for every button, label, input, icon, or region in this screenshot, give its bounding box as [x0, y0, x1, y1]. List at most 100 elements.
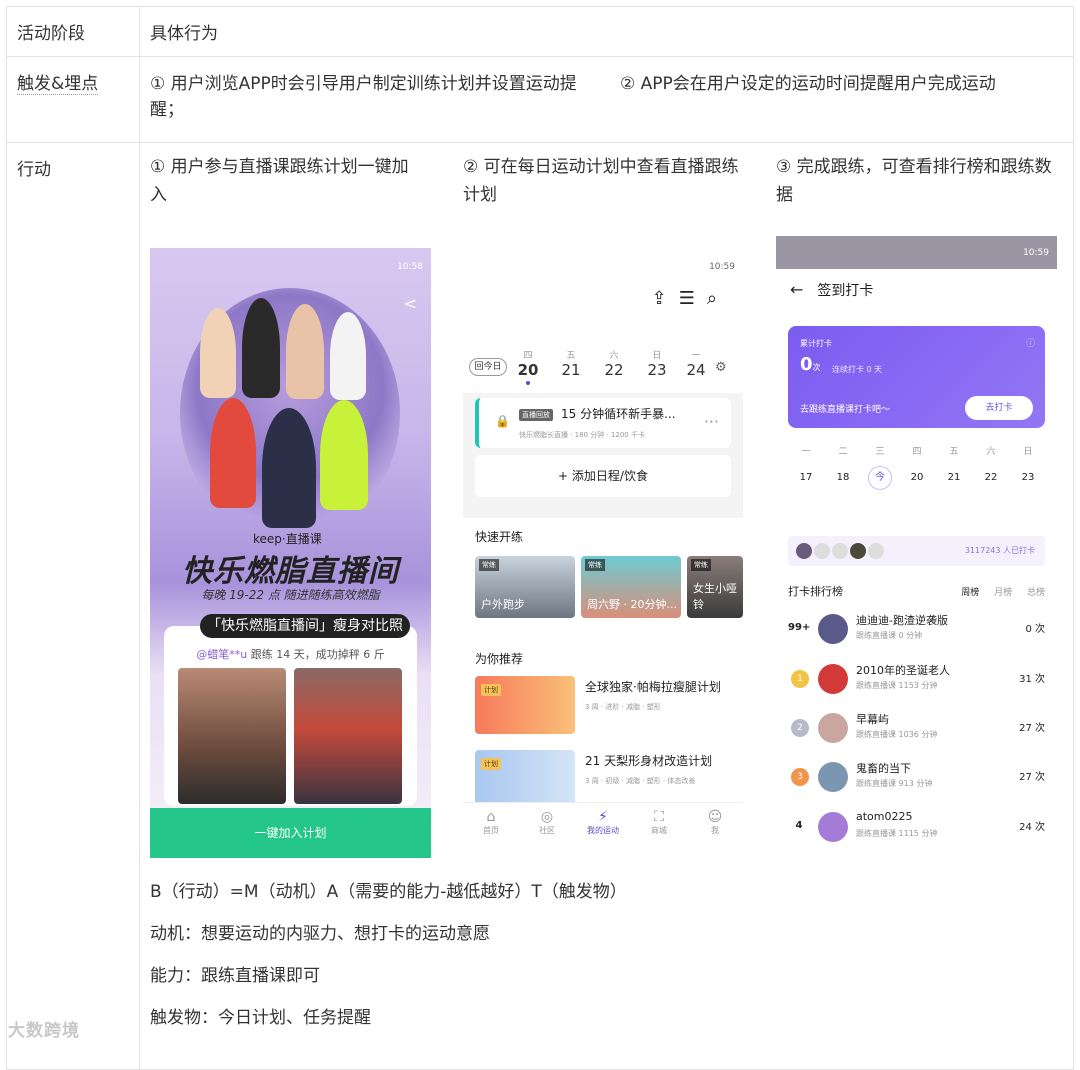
tab-total[interactable]: 总榜: [1027, 588, 1045, 598]
plan-name: 15 分钟循环新手暴...: [561, 407, 676, 421]
avatar: [868, 543, 884, 559]
date-item[interactable]: 20: [905, 472, 929, 483]
share-icon[interactable]: ⇪: [652, 288, 679, 309]
page-header: ← 签到打卡: [790, 280, 874, 299]
trigger-row: 触发&埋点 ① 用户浏览APP时会引导用户制定训练计划并设置运动提醒； ② AP…: [7, 57, 1073, 143]
checkin-button[interactable]: 去打卡: [965, 396, 1033, 420]
action-col1-title: ① 用户参与直播课跟练计划一键加入: [150, 157, 409, 205]
ranking-row[interactable]: 99+ 迪迪迪-跑渣逆袭版 跟练直播课 0 分钟 0 次: [788, 610, 1045, 654]
quick-start-title: 快速开练: [475, 530, 524, 544]
search-icon[interactable]: ⌕: [707, 288, 729, 309]
trigger-content: ① 用户浏览APP时会引导用户制定训练计划并设置运动提醒； ② APP会在用户设…: [140, 57, 1073, 142]
action-col3-title: ③ 完成跟练，可查看排行榜和跟练数据: [776, 157, 1052, 205]
action-col2-title: ② 可在每日运动计划中查看直播跟练计划: [463, 157, 739, 205]
avatar: [850, 543, 866, 559]
list-icon[interactable]: ☰: [679, 288, 707, 309]
ranking-row[interactable]: 3 鬼畜的当下 跟练直播课 913 分钟 27 次: [788, 758, 1045, 802]
stage-header: 活动阶段: [7, 7, 140, 56]
home-icon: ⌂: [486, 809, 496, 825]
community-icon: ◎: [540, 809, 554, 825]
avatar: [818, 713, 848, 743]
date-item[interactable]: 17: [794, 472, 818, 483]
ranking-row[interactable]: 1 2010年的圣诞老人 跟练直播课 1153 分钟 31 次: [788, 660, 1045, 704]
avatar: [832, 543, 848, 559]
date-item[interactable]: 21: [942, 472, 966, 483]
tab-home[interactable]: ⌂ 首页: [463, 803, 519, 846]
back-icon[interactable]: ←: [790, 280, 803, 299]
checkin-screen: 10:59 ← 签到打卡 累计打卡 0次 连续打卡 0 天 ⓘ 去跟练直播课打卡吧…: [776, 236, 1057, 852]
lock-icon: 🔒: [495, 414, 510, 428]
action-content: ① 用户参与直播课跟练计划一键加入 ② 可在每日运动计划中查看直播跟练计划 ③ …: [140, 143, 1073, 1069]
keep-logo: keep·直播课: [253, 532, 322, 546]
subline: 每晚 19-22 点 随进随练高效燃脂: [201, 588, 380, 602]
gold-medal-icon: 1: [791, 670, 809, 688]
status-bar: 10:59: [776, 236, 1057, 269]
tab-community[interactable]: ◎ 社区: [519, 803, 575, 846]
plan-card[interactable]: 🔒 直播回放 15 分钟循环新手暴... 快乐燃脂长直播 · 180 分钟 · …: [475, 398, 731, 448]
add-schedule-button[interactable]: + 添加日程/饮食: [475, 455, 731, 497]
toolbar-icons: ⇪☰⌕: [652, 288, 729, 309]
trigger-item-1: ① 用户浏览APP时会引导用户制定训练计划并设置运动提醒；: [150, 74, 577, 120]
comparison-card: 「快乐燃脂直播间」瘦身对比照 @蜡笔**u 跟练 14 天，成功掉秤 6 斤: [164, 614, 417, 806]
join-plan-button[interactable]: 一键加入计划: [150, 808, 431, 858]
date-item[interactable]: 23: [1016, 472, 1040, 483]
day-item[interactable]: 五 21: [556, 348, 586, 379]
date-item[interactable]: 22: [979, 472, 1003, 483]
date-item[interactable]: 18: [831, 472, 855, 483]
status-bar: 10:59: [709, 262, 735, 272]
trigger-label: 触发&埋点: [7, 57, 140, 142]
ranking-row[interactable]: 2 早幕屿 跟练直播课 1036 分钟 27 次: [788, 709, 1045, 753]
today-button[interactable]: 回今日: [469, 358, 507, 376]
behavior-table: 活动阶段 具体行为 触发&埋点 ① 用户浏览APP时会引导用户制定训练计划并设置…: [6, 6, 1074, 1070]
live-class-screen: 10:58 < keep·直播课 快乐燃脂直播间 每晚 19-22 点 随进随练…: [150, 248, 431, 858]
recommend-title: 为你推荐: [475, 652, 524, 666]
bag-icon: ⛶: [654, 809, 664, 825]
tab-me[interactable]: ☺ 我: [687, 803, 743, 846]
user-icon: ☺: [707, 809, 723, 825]
bronze-medal-icon: 3: [791, 768, 809, 786]
ranking-title: 打卡排行榜: [788, 585, 843, 598]
day-item[interactable]: 四 20: [513, 348, 543, 385]
date-strip: 回今日 四 20 五 21 六 22 日 23 一 24 ⚙: [469, 348, 739, 388]
avatar: [818, 812, 848, 842]
plan-meta: 快乐燃脂长直播 · 180 分钟 · 1200 千卡: [519, 431, 645, 439]
ranking-row[interactable]: 4 atom0225 跟练直播课 1115 分钟 24 次: [788, 808, 1045, 852]
quick-card[interactable]: 常练 户外跑步: [475, 556, 575, 618]
day-item[interactable]: 一 24: [681, 348, 711, 379]
checkin-count-strip: 3117243 人已打卡: [788, 536, 1045, 566]
replay-tag: 直播回放: [519, 409, 553, 421]
date-item-today[interactable]: 今: [868, 466, 892, 490]
silver-medal-icon: 2: [791, 719, 809, 737]
recommend-card[interactable]: 计划 全球独家·帕梅拉瘦腿计划 3 周 · 进阶 · 减脂 · 塑形: [475, 676, 731, 734]
info-icon[interactable]: ⓘ: [1026, 336, 1035, 349]
card-tag: 「快乐燃脂直播间」瘦身对比照: [200, 614, 410, 638]
action-label: 行动: [7, 143, 140, 1069]
ability-line: 能力：跟练直播课即可: [150, 966, 320, 986]
tab-my-sport[interactable]: ⚡ 我的运动: [575, 803, 631, 846]
more-icon[interactable]: ···: [704, 412, 719, 431]
avatar: [796, 543, 812, 559]
tab-week[interactable]: 周榜: [961, 588, 979, 598]
recommend-card[interactable]: 计划 21 天梨形身材改造计划 3 周 · 初级 · 减脂 · 塑形 · 体态改…: [475, 750, 731, 808]
avatar: [818, 762, 848, 792]
trigger-line: 触发物：今日计划、任务提醒: [150, 1008, 371, 1028]
avatar: [818, 614, 848, 644]
day-item[interactable]: 日 23: [642, 348, 672, 379]
filter-icon[interactable]: ⚙: [715, 360, 727, 375]
tab-month[interactable]: 月榜: [994, 588, 1012, 598]
tab-mall[interactable]: ⛶ 商城: [631, 803, 687, 846]
quick-card[interactable]: 常练 女生小哑铃: [687, 556, 743, 618]
avatar: [818, 664, 848, 694]
watermark-logo: 大数跨境: [8, 1021, 80, 1041]
quick-card[interactable]: 常练 周六野 · 20分钟...: [581, 556, 681, 618]
action-row: 行动 ① 用户参与直播课跟练计划一键加入 ② 可在每日运动计划中查看直播跟练计划…: [7, 143, 1073, 1069]
card-line: @蜡笔**u 跟练 14 天，成功掉秤 6 斤: [196, 648, 385, 661]
before-photo: [178, 668, 286, 804]
checkin-banner: 累计打卡 0次 连续打卡 0 天 ⓘ 去跟练直播课打卡吧～ 去打卡: [788, 326, 1045, 428]
share-icon[interactable]: <: [404, 294, 417, 313]
status-bar: 10:58: [397, 262, 423, 272]
bolt-icon: ⚡: [598, 809, 608, 825]
day-item[interactable]: 六 22: [599, 348, 629, 379]
daily-plan-screen: 10:59 ⇪☰⌕ 回今日 四 20 五 21 六 22 日 23 一 24 ⚙ 🔒 直播…: [463, 248, 743, 846]
headline: 快乐燃脂直播间: [182, 554, 399, 589]
